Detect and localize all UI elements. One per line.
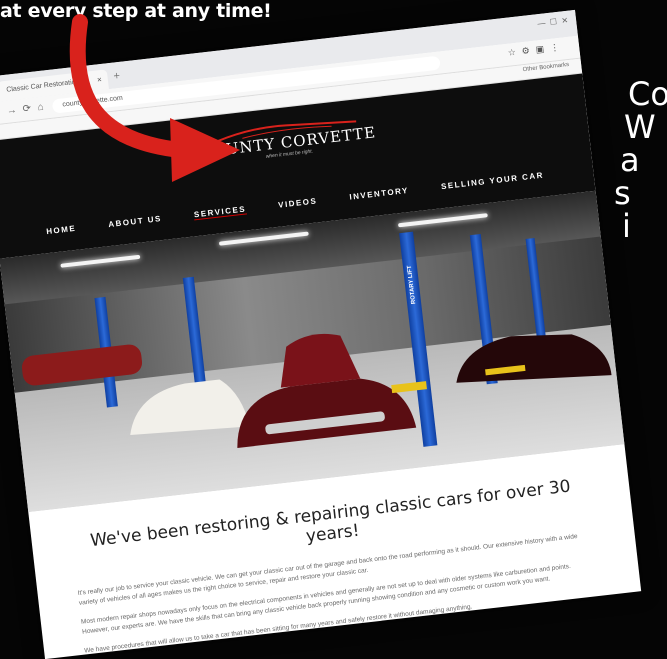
red-pointer-arrow-icon xyxy=(0,0,667,631)
